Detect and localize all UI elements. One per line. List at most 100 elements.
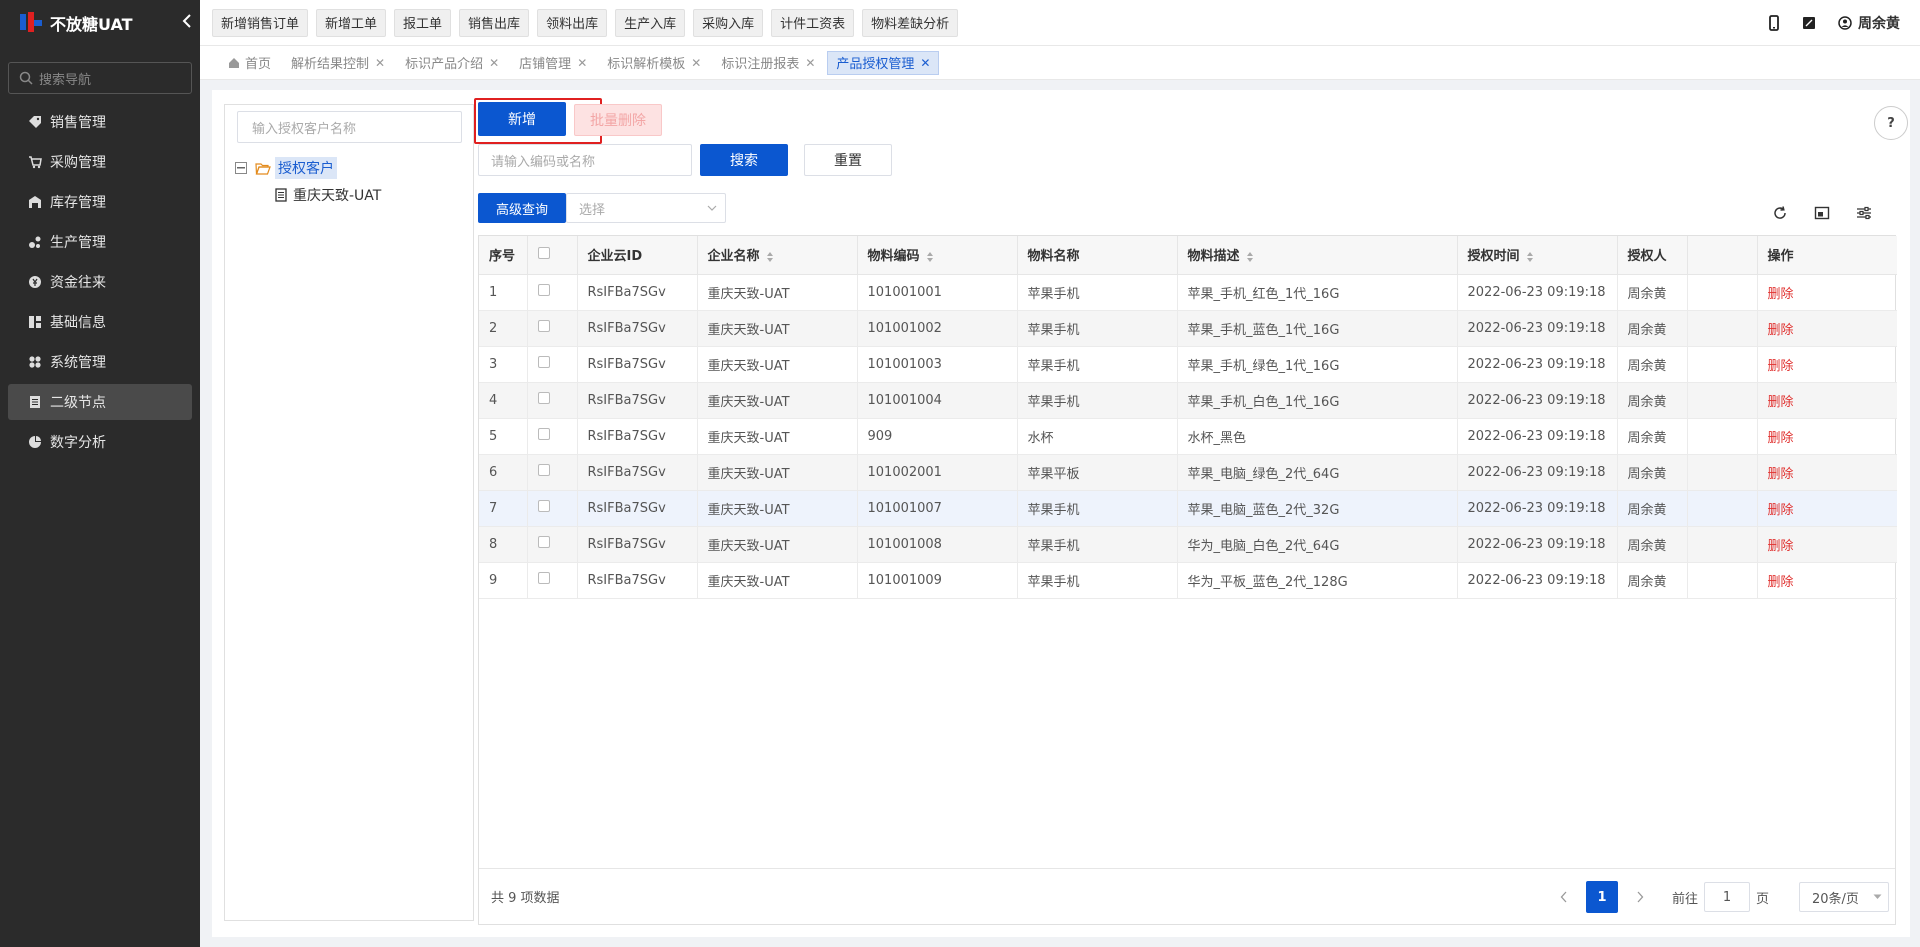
user-menu[interactable]: 周余黄 — [1838, 13, 1900, 33]
quick-button-1[interactable]: 新增工单 — [316, 8, 387, 37]
collapse-node-icon[interactable] — [235, 162, 247, 174]
app-logo[interactable]: 不放糖UAT — [0, 0, 200, 46]
quick-button-5[interactable]: 生产入库 — [615, 8, 686, 37]
row-checkbox[interactable] — [537, 500, 550, 512]
batch-delete-button[interactable]: 批量删除 — [574, 104, 662, 136]
question-icon[interactable]: ? — [1874, 106, 1908, 140]
nav-search-input[interactable]: 搜索导航 — [8, 62, 192, 94]
delete-link[interactable]: 删除 — [1768, 395, 1794, 410]
sort-icon[interactable] — [926, 251, 934, 263]
sort-icon[interactable] — [1246, 251, 1254, 263]
page-button-current[interactable]: 1 — [1585, 881, 1618, 913]
table-row[interactable]: 1 RsIFBa7SGv 重庆天致-UAT 101001001 苹果手机 苹果_手机_红色… — [479, 274, 1897, 311]
quick-button-2[interactable]: 报工单 — [394, 8, 452, 37]
sidebar-item-4[interactable]: 资金往来 — [8, 264, 192, 300]
delete-link[interactable]: 删除 — [1768, 323, 1794, 338]
tab-2[interactable]: 标识产品介绍 ✕ — [397, 51, 507, 75]
tree-root-node[interactable]: 授权客户 — [235, 157, 337, 179]
sort-icon[interactable] — [766, 251, 774, 263]
tab-1[interactable]: 解析结果控制 ✕ — [283, 51, 393, 75]
column-header-3[interactable]: 企业名称 — [697, 236, 858, 275]
select-all-checkbox[interactable] — [537, 246, 550, 259]
column-header-7[interactable]: 授权时间 — [1457, 236, 1618, 275]
table-row[interactable]: 9 RsIFBa7SGv 重庆天致-UAT 101001009 苹果手机 华为_平板_蓝色… — [479, 562, 1897, 599]
quick-button-8[interactable]: 物料差缺分析 — [862, 8, 959, 37]
refresh-icon[interactable] — [1772, 205, 1788, 225]
close-icon[interactable]: ✕ — [920, 56, 930, 70]
mobile-icon[interactable] — [1768, 15, 1780, 31]
close-icon[interactable]: ✕ — [489, 56, 499, 70]
tab-6[interactable]: 产品授权管理 ✕ — [827, 50, 940, 75]
document-icon — [275, 188, 287, 202]
row-checkbox[interactable] — [537, 392, 550, 404]
close-icon[interactable]: ✕ — [691, 56, 701, 70]
column-header-6[interactable]: 物料描述 — [1177, 236, 1458, 275]
tab-0[interactable]: 首页 — [220, 51, 279, 75]
tab-4[interactable]: 标识解析模板 ✕ — [599, 51, 709, 75]
row-checkbox[interactable] — [537, 284, 550, 296]
table-row[interactable]: 2 RsIFBa7SGv 重庆天致-UAT 101001002 苹果手机 苹果_手机_蓝色… — [479, 310, 1897, 347]
advanced-search-button[interactable]: 高级查询 — [478, 193, 566, 223]
quick-button-4[interactable]: 领料出库 — [537, 8, 608, 37]
row-checkbox[interactable] — [537, 356, 550, 368]
tab-3[interactable]: 店铺管理 ✕ — [511, 51, 595, 75]
table-row[interactable]: 5 RsIFBa7SGv 重庆天致-UAT 909 水杯 水杯_黑色 2022-06-23 … — [479, 418, 1897, 455]
close-icon[interactable]: ✕ — [805, 56, 815, 70]
tab-label: 标识产品介绍 — [405, 57, 484, 72]
table-row[interactable]: 7 RsIFBa7SGv 重庆天致-UAT 101001007 苹果手机 苹果_电脑_蓝色… — [479, 490, 1897, 527]
sort-icon[interactable] — [1526, 251, 1534, 263]
quick-button-7[interactable]: 计件工资表 — [771, 8, 855, 37]
table-row[interactable]: 3 RsIFBa7SGv 重庆天致-UAT 101001003 苹果手机 苹果_手机_绿色… — [479, 346, 1897, 383]
fullscreen-table-icon[interactable] — [1814, 205, 1830, 225]
authorizer: 周余黄 — [1617, 418, 1688, 455]
next-page-icon[interactable] — [1630, 891, 1650, 903]
table-row[interactable]: 4 RsIFBa7SGv 重庆天致-UAT 101001004 苹果手机 苹果_手机_白色… — [479, 382, 1897, 419]
sidebar-item-1[interactable]: 采购管理 — [8, 144, 192, 180]
sidebar-item-3[interactable]: 生产管理 — [8, 224, 192, 260]
sidebar-item-2[interactable]: 库存管理 — [8, 184, 192, 220]
sidebar-item-7[interactable]: 二级节点 — [8, 384, 192, 420]
delete-link[interactable]: 删除 — [1768, 431, 1794, 446]
reset-button[interactable]: 重置 — [804, 144, 892, 176]
search-button[interactable]: 搜索 — [700, 144, 788, 176]
tree-child-node[interactable]: 重庆天致-UAT — [275, 185, 381, 205]
tree-search-input[interactable]: 输入授权客户名称 — [237, 111, 462, 143]
table-row[interactable]: 8 RsIFBa7SGv 重庆天致-UAT 101001008 苹果手机 华为_电脑_白色… — [479, 526, 1897, 563]
page-size-select[interactable]: 20条/页 — [1799, 882, 1889, 912]
sidebar-item-8[interactable]: 数字分析 — [8, 424, 192, 460]
collapse-sidebar-icon[interactable] — [182, 14, 192, 32]
fullscreen-icon[interactable] — [1802, 16, 1816, 30]
delete-link[interactable]: 删除 — [1768, 287, 1794, 302]
close-icon[interactable]: ✕ — [577, 56, 587, 70]
table-row[interactable]: 6 RsIFBa7SGv 重庆天致-UAT 101002001 苹果平板 苹果_电脑_绿色… — [479, 454, 1897, 491]
goto-page-input[interactable]: 1 — [1703, 882, 1750, 912]
row-checkbox[interactable] — [537, 320, 550, 332]
quick-button-3[interactable]: 销售出库 — [459, 8, 530, 37]
delete-link[interactable]: 删除 — [1768, 359, 1794, 374]
delete-link[interactable]: 删除 — [1768, 539, 1794, 554]
row-checkbox[interactable] — [537, 572, 550, 584]
prev-page-icon[interactable] — [1554, 891, 1574, 903]
quick-button-0[interactable]: 新增销售订单 — [212, 8, 309, 37]
column-settings-icon[interactable] — [1856, 205, 1872, 225]
column-header-4[interactable]: 物料编码 — [857, 236, 1018, 275]
close-icon[interactable]: ✕ — [375, 56, 385, 70]
row-index: 8 — [479, 526, 528, 563]
code-search-input[interactable]: 请输入编码或名称 — [478, 144, 692, 176]
row-checkbox[interactable] — [537, 536, 550, 548]
sidebar-item-5[interactable]: 基础信息 — [8, 304, 192, 340]
quick-button-6[interactable]: 采购入库 — [693, 8, 764, 37]
delete-link[interactable]: 删除 — [1768, 467, 1794, 482]
delete-link[interactable]: 删除 — [1768, 503, 1794, 518]
filter-select[interactable]: 选择 — [566, 193, 726, 223]
delete-link[interactable]: 删除 — [1768, 575, 1794, 590]
tab-5[interactable]: 标识注册报表 ✕ — [713, 51, 823, 75]
row-checkbox[interactable] — [537, 428, 550, 440]
row-checkbox[interactable] — [537, 464, 550, 476]
sidebar-item-6[interactable]: 系统管理 — [8, 344, 192, 380]
column-header-1[interactable] — [527, 236, 578, 275]
material-name: 苹果平板 — [1017, 454, 1178, 491]
add-button[interactable]: 新增 — [478, 102, 566, 136]
sidebar-item-0[interactable]: 销售管理 — [8, 104, 192, 140]
enterprise-cloud-id: RsIFBa7SGv — [577, 418, 698, 455]
